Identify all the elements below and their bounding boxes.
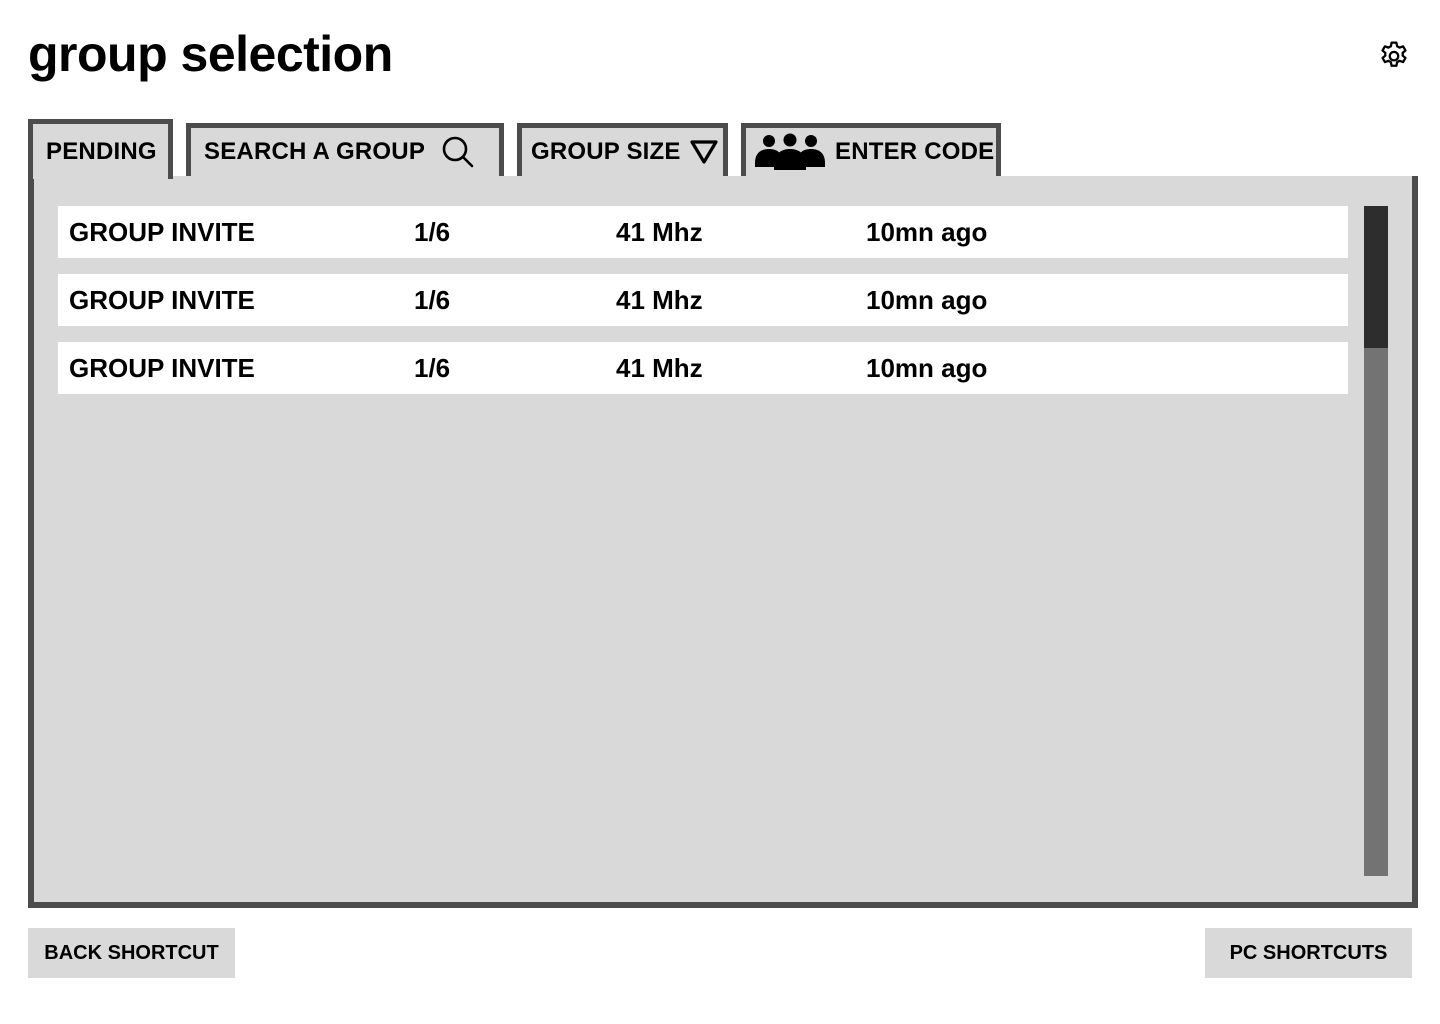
group-list-panel: GROUP INVITE 1/6 41 Mhz 10mn ago GROUP I… [28,176,1418,908]
tab-group-size[interactable]: GROUP SIZE [517,123,728,176]
group-size: 1/6 [414,217,451,247]
list-item[interactable]: GROUP INVITE 1/6 41 Mhz 10mn ago [58,342,1348,394]
group-name: GROUP INVITE [69,353,255,383]
group-people-icon [755,133,825,171]
group-size: 1/6 [414,285,451,315]
settings-button[interactable] [1374,34,1414,74]
tab-pending[interactable]: PENDING [28,119,173,179]
group-name: GROUP INVITE [69,285,255,315]
group-list: GROUP INVITE 1/6 41 Mhz 10mn ago GROUP I… [58,206,1348,410]
list-item[interactable]: GROUP INVITE 1/6 41 Mhz 10mn ago [58,206,1348,258]
scrollbar[interactable] [1364,206,1388,876]
triangle-down-icon [689,139,719,165]
search-icon [441,135,475,169]
tab-enter-code[interactable]: ENTER CODE [741,123,1001,176]
group-time: 10mn ago [866,217,988,247]
group-time: 10mn ago [866,285,988,315]
scrollbar-thumb[interactable] [1364,206,1388,348]
group-frequency: 41 Mhz [616,353,703,383]
tab-enter-code-label: ENTER CODE [835,138,995,165]
group-size: 1/6 [414,353,451,383]
gear-icon [1381,41,1407,67]
tab-search-a-group[interactable]: SEARCH A GROUP [186,123,504,176]
group-name: GROUP INVITE [69,217,255,247]
list-item[interactable]: GROUP INVITE 1/6 41 Mhz 10mn ago [58,274,1348,326]
tab-search-label: SEARCH A GROUP [204,138,426,165]
tab-group-size-label: GROUP SIZE [531,138,681,165]
back-shortcut-button[interactable]: BACK SHORTCUT [28,928,235,978]
page-title: group selection [28,26,393,82]
pc-shortcuts-button[interactable]: PC SHORTCUTS [1205,928,1412,978]
group-frequency: 41 Mhz [616,285,703,315]
group-time: 10mn ago [866,353,988,383]
group-frequency: 41 Mhz [616,217,703,247]
tab-pending-label: PENDING [46,137,157,165]
group-selection-screen: group selection PENDING SEARCH A GROUP G… [0,0,1440,1024]
